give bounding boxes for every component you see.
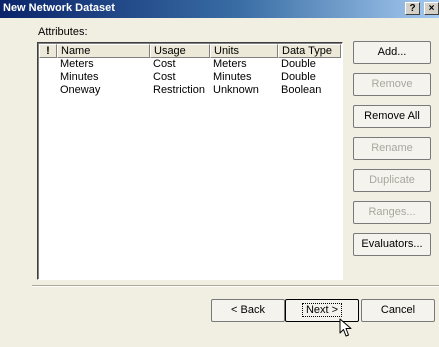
cell-units: Meters: [213, 58, 247, 70]
duplicate-button[interactable]: Duplicate: [353, 169, 431, 192]
cell-usage: Cost: [153, 58, 176, 70]
cell-usage: Cost: [153, 71, 176, 83]
column-header-data-type[interactable]: Data Type: [278, 44, 341, 58]
table-row[interactable]: Minutes Cost Minutes Double: [39, 71, 341, 84]
ranges-button[interactable]: Ranges...: [353, 201, 431, 224]
title-bar: New Network Dataset ? ×: [0, 0, 439, 18]
footer-separator: [32, 285, 439, 287]
cell-usage: Restriction: [153, 84, 205, 96]
column-header-units[interactable]: Units: [210, 44, 278, 58]
remove-all-button[interactable]: Remove All: [353, 105, 431, 128]
remove-button[interactable]: Remove: [353, 73, 431, 96]
help-button[interactable]: ?: [405, 2, 420, 15]
list-header: ! Name Usage Units Data Type: [39, 44, 341, 58]
cell-data-type: Double: [281, 58, 316, 70]
mouse-pointer-icon: [339, 318, 352, 337]
back-button-label: < Back: [231, 304, 265, 316]
evaluators-button[interactable]: Evaluators...: [353, 233, 431, 256]
cell-name: Minutes: [60, 71, 99, 83]
attributes-label: Attributes:: [38, 26, 88, 38]
cell-units: Minutes: [213, 71, 252, 83]
column-header-usage[interactable]: Usage: [150, 44, 210, 58]
add-button[interactable]: Add...: [353, 41, 431, 64]
cell-name: Oneway: [60, 84, 101, 96]
attributes-list[interactable]: ! Name Usage Units Data Type Meters Cost…: [37, 42, 343, 280]
column-header-name[interactable]: Name: [57, 44, 150, 58]
close-button[interactable]: ×: [424, 2, 439, 15]
rename-button[interactable]: Rename: [353, 137, 431, 160]
cancel-button[interactable]: Cancel: [361, 299, 435, 322]
table-row[interactable]: Oneway Restriction Unknown Boolean: [39, 84, 341, 97]
column-header-status[interactable]: !: [39, 44, 57, 58]
cell-units: Unknown: [213, 84, 259, 96]
window-title: New Network Dataset: [3, 2, 115, 14]
cell-name: Meters: [60, 58, 94, 70]
next-button-label: Next >: [301, 303, 343, 317]
back-button[interactable]: < Back: [211, 299, 285, 322]
cell-data-type: Boolean: [281, 84, 322, 96]
cell-data-type: Double: [281, 71, 316, 83]
table-row[interactable]: Meters Cost Meters Double: [39, 58, 341, 71]
